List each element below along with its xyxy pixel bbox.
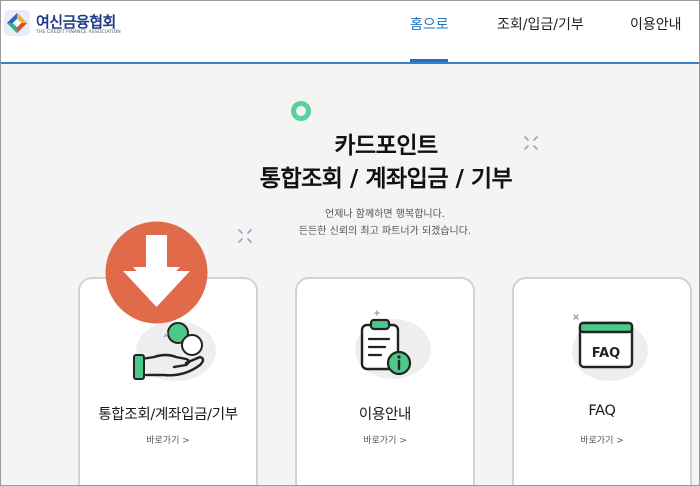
card-title: 이용안내 xyxy=(358,407,412,423)
card-title: FAQ xyxy=(588,403,616,419)
card-guide[interactable]: 이용안내 바로가기 > xyxy=(295,277,475,486)
hero-desc-line1: 언제나 함께하면 행복합니다. xyxy=(325,209,445,220)
card-link[interactable]: 바로가기 > xyxy=(514,433,690,446)
card-faq[interactable]: FAQ FAQ 바로가기 > xyxy=(512,277,692,486)
logo[interactable]: 여신금융협회 THE CREDIT FINANCE ASSOCIATION xyxy=(4,10,124,40)
down-arrow-icon xyxy=(105,221,208,324)
nav-inquiry-deposit-donate[interactable]: 조회/입금/기부 xyxy=(497,14,584,34)
clipboard-info-icon xyxy=(355,310,431,379)
logo-icon xyxy=(4,10,30,36)
card-link[interactable]: 바로가기 > xyxy=(297,433,473,446)
logo-text: 여신금융협회 xyxy=(36,13,116,31)
nav-active-indicator xyxy=(410,59,448,62)
decorative-circle xyxy=(291,101,311,121)
faq-icon-label: FAQ xyxy=(592,346,621,361)
nav-guide[interactable]: 이용안내 xyxy=(630,14,682,34)
hero-title-line2: 통합조회 / 계좌입금 / 기부 xyxy=(259,166,513,192)
card-title: 통합조회/계좌입금/기부 xyxy=(98,407,238,423)
site-header: 여신금융협회 THE CREDIT FINANCE ASSOCIATION 홈으… xyxy=(0,0,700,64)
nav-home[interactable]: 홈으로 xyxy=(410,14,449,34)
faq-window-icon: FAQ xyxy=(572,314,648,381)
logo-subtitle: THE CREDIT FINANCE ASSOCIATION xyxy=(36,30,121,35)
card-link[interactable]: 바로가기 > xyxy=(80,433,256,446)
hero-title-line1: 카드포인트 xyxy=(334,133,438,159)
